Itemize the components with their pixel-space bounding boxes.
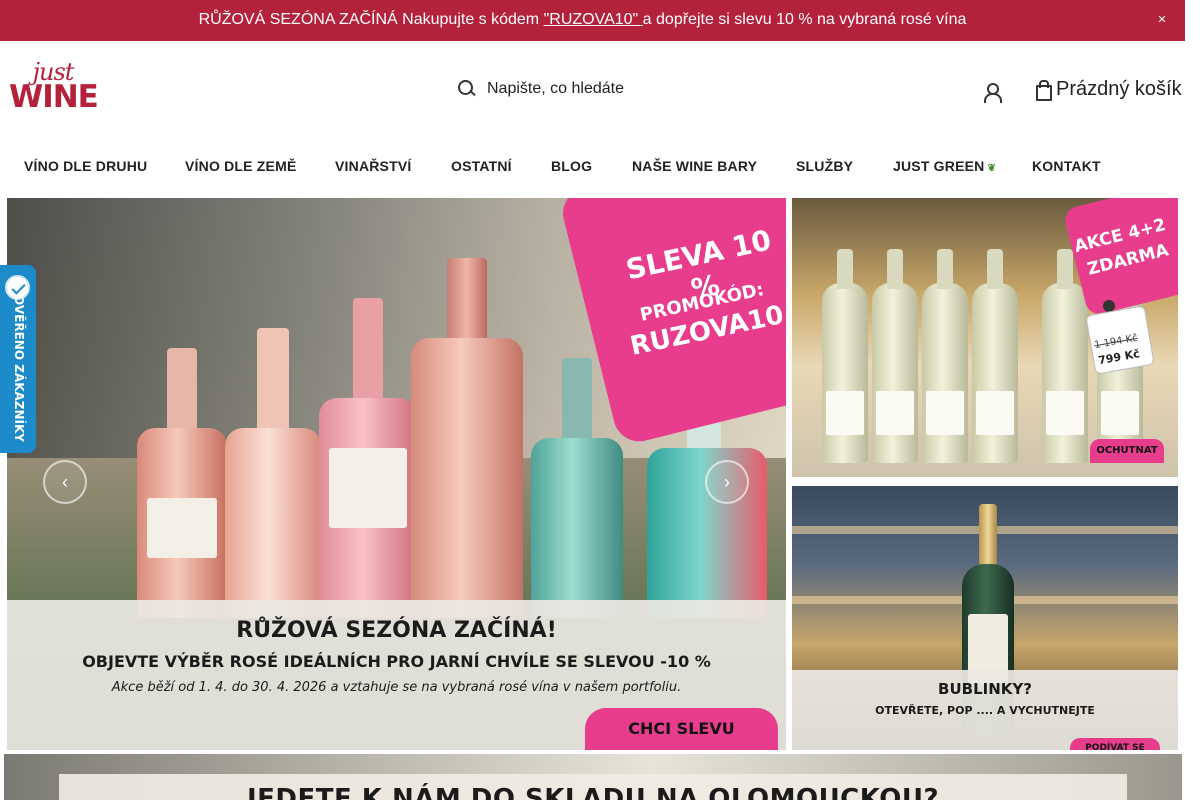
promo-text: RŮŽOVÁ SEZÓNA ZAČÍNÁ Nakupujte s kódem "… bbox=[0, 0, 1165, 41]
warehouse-banner[interactable]: JEDETE K NÁM DO SKLADU NA OLOMOUCKOU? bbox=[4, 754, 1182, 800]
promo-bar: RŮŽOVÁ SEZÓNA ZAČÍNÁ Nakupujte s kódem "… bbox=[0, 0, 1185, 41]
hero-note: Akce běží od 1. 4. do 30. 4. 2026 a vzta… bbox=[111, 680, 682, 695]
verified-customers-tab[interactable]: OVĚŘENO ZÁKAZNÍKY bbox=[0, 265, 36, 453]
chci-slevu-button[interactable]: CHCI SLEVU bbox=[585, 708, 778, 750]
hero-caption: RŮŽOVÁ SEZÓNA ZAČÍNÁ! OBJEVTE VÝBĚR ROSÉ… bbox=[7, 600, 786, 750]
nav-item-blog[interactable]: BLOG bbox=[551, 158, 592, 174]
side-banner-akce[interactable]: AKCE 4+2 ZDARMA 1 194 Kč 799 Kč OCHUTNAT bbox=[792, 198, 1178, 477]
hero-headline: RŮŽOVÁ SEZÓNA ZAČÍNÁ! bbox=[236, 618, 557, 643]
ochutnat-button[interactable]: OCHUTNAT bbox=[1090, 439, 1164, 463]
user-icon[interactable] bbox=[982, 82, 1002, 103]
search-input[interactable] bbox=[487, 80, 787, 98]
close-icon[interactable]: ✕ bbox=[1157, 14, 1167, 26]
bublinky-headline: BUBLINKY? bbox=[938, 680, 1032, 698]
nav-item-vino-dle-druhu[interactable]: VÍNO DLE DRUHU bbox=[24, 158, 147, 174]
hero-banner[interactable]: SLEVA 10 % PROMOKÓD: RUZOVA10 ‹ › RŮŽOVÁ… bbox=[7, 198, 786, 750]
cart-label: Prázdný košík bbox=[1056, 77, 1182, 100]
logo[interactable]: just WINE bbox=[9, 58, 99, 115]
nav-item-just-green[interactable]: JUST GREEN ❦ bbox=[893, 158, 996, 174]
nav-item-just-green-label: JUST GREEN bbox=[893, 158, 985, 174]
chevron-right-icon[interactable]: › bbox=[705, 460, 749, 504]
podivat-se-button[interactable]: PODÍVAT SE bbox=[1070, 738, 1160, 750]
nav-item-kontakt[interactable]: KONTAKT bbox=[1032, 158, 1101, 174]
nav-item-vino-dle-zeme[interactable]: VÍNO DLE ZEMĚ bbox=[185, 158, 297, 174]
chevron-left-icon[interactable]: ‹ bbox=[43, 460, 87, 504]
search-icon[interactable] bbox=[456, 78, 478, 100]
bublinky-subheadline: OTEVŘETE, POP .... A VYCHUTNEJTE bbox=[875, 704, 1095, 717]
warehouse-headline: JEDETE K NÁM DO SKLADU NA OLOMOUCKOU? bbox=[246, 784, 940, 800]
side-banner-bublinky[interactable]: BUBLINKY? OTEVŘETE, POP .... A VYCHUTNEJ… bbox=[792, 486, 1178, 750]
promo-code-link[interactable]: "RUZOVA10" bbox=[544, 11, 643, 28]
cart-button[interactable]: Prázdný košík bbox=[1034, 74, 1182, 104]
cart-icon bbox=[1034, 80, 1052, 101]
search-bar[interactable] bbox=[450, 70, 870, 108]
verified-customers-label: OVĚŘENO ZÁKAZNÍKY bbox=[12, 295, 26, 442]
leaf-icon: ❦ bbox=[987, 163, 997, 174]
nav-item-wine-bary[interactable]: NAŠE WINE BARY bbox=[632, 158, 757, 174]
nav-item-vinarstvi[interactable]: VINAŘSTVÍ bbox=[335, 158, 411, 174]
main-nav: VÍNO DLE DRUHU VÍNO DLE ZEMĚ VINAŘSTVÍ O… bbox=[0, 150, 1185, 182]
nav-item-sluzby[interactable]: SLUŽBY bbox=[796, 158, 853, 174]
nav-item-ostatni[interactable]: OSTATNÍ bbox=[451, 158, 512, 174]
hero-subheadline: OBJEVTE VÝBĚR ROSÉ IDEÁLNÍCH PRO JARNÍ C… bbox=[82, 652, 711, 671]
promo-text-before: RŮŽOVÁ SEZÓNA ZAČÍNÁ Nakupujte s kódem bbox=[198, 11, 544, 28]
promo-text-after: a dopřejte si slevu 10 % na vybraná rosé… bbox=[642, 11, 967, 28]
logo-text-wine: WINE bbox=[9, 79, 99, 115]
